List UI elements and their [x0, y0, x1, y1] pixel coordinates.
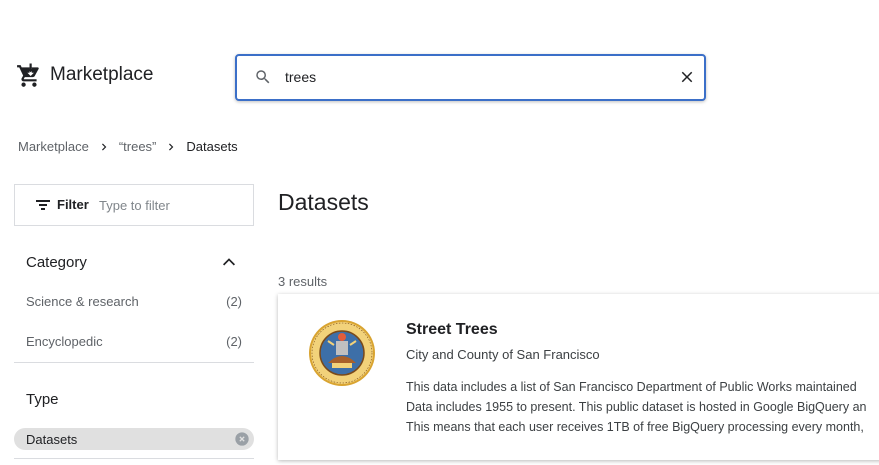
sidebar-divider: [14, 362, 254, 363]
category-item-label: Science & research: [26, 294, 139, 309]
search-icon: [256, 70, 270, 84]
breadcrumb-current: Datasets: [186, 139, 238, 154]
results-count: 3 results: [278, 274, 328, 289]
category-item-science-research[interactable]: Science & research (2): [26, 294, 242, 309]
type-chip-datasets[interactable]: Datasets: [14, 428, 254, 450]
breadcrumb-item-marketplace[interactable]: Marketplace: [18, 139, 89, 154]
close-icon[interactable]: [678, 68, 696, 86]
app-title: Marketplace: [50, 64, 154, 85]
card-title[interactable]: Street Trees: [406, 321, 498, 339]
sidebar-divider: [14, 458, 254, 459]
breadcrumb-item-query[interactable]: “trees”: [119, 139, 157, 154]
category-item-count: (2): [226, 294, 242, 309]
category-item-encyclopedic[interactable]: Encyclopedic (2): [26, 334, 242, 349]
filter-input[interactable]: [99, 196, 239, 214]
marketplace-cart-icon: [17, 63, 39, 87]
card-description: This data includes a list of San Francis…: [406, 377, 876, 437]
category-heading: Category: [26, 254, 87, 271]
card-publisher: City and County of San Francisco: [406, 347, 600, 362]
card-description-line: This data includes a list of San Francis…: [406, 380, 857, 394]
chevron-right-icon: [169, 143, 174, 150]
chip-label: Datasets: [26, 432, 78, 447]
filter-bar[interactable]: Filter: [14, 184, 254, 226]
filter-icon: [36, 200, 50, 210]
type-heading: Type: [26, 391, 59, 408]
breadcrumb: Marketplace “trees” Datasets: [18, 139, 238, 154]
category-item-label: Encyclopedic: [26, 334, 103, 349]
category-item-count: (2): [226, 334, 242, 349]
card-description-line: Data includes 1955 to present. This publ…: [406, 400, 867, 414]
filter-label: Filter: [57, 197, 89, 212]
search-input[interactable]: [285, 66, 655, 88]
search-box[interactable]: [235, 54, 706, 101]
chevron-right-icon: [101, 143, 107, 150]
dataset-card-street-trees[interactable]: Street Trees City and County of San Fran…: [278, 294, 879, 460]
cancel-circle-icon[interactable]: [234, 431, 250, 447]
page-title: Datasets: [278, 189, 369, 215]
sf-seal-logo: [309, 320, 375, 386]
chevron-up-icon[interactable]: [220, 255, 238, 269]
card-description-line: This means that each user receives 1TB o…: [406, 420, 864, 434]
